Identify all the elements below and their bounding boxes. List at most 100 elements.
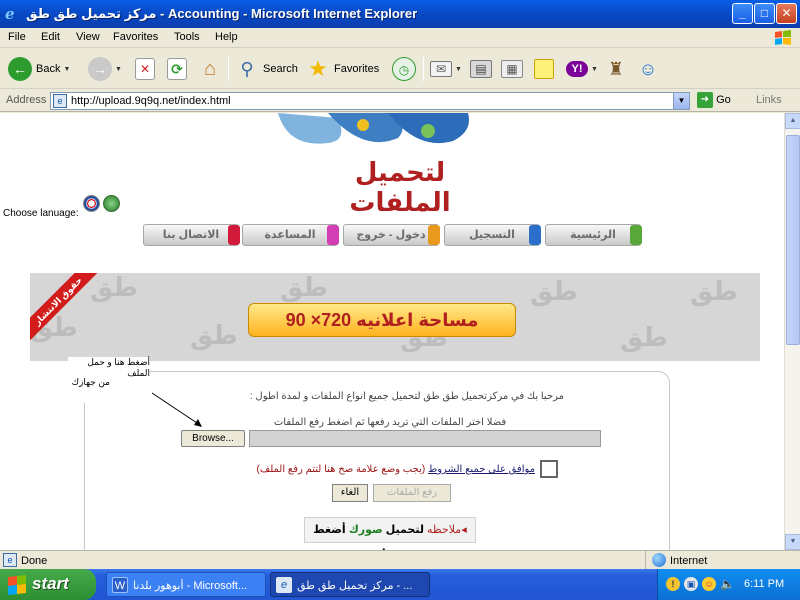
favorites-label: Favorites: [334, 63, 380, 75]
menu-file[interactable]: File: [8, 31, 26, 43]
forward-button[interactable]: → ▼: [88, 53, 122, 85]
taskbar-label: مركز تحميل طق طق - ...: [297, 580, 413, 592]
menu-favorites[interactable]: Favorites: [113, 31, 158, 43]
refresh-button[interactable]: ⟳: [167, 53, 187, 85]
note-box[interactable]: ◂ملاحظه لتحميل صورك أضغط هنا: [304, 517, 476, 550]
print-icon: ▤: [470, 60, 492, 78]
network-icon[interactable]: ▣: [684, 577, 698, 591]
messenger-button[interactable]: ☺: [636, 53, 660, 85]
mail-button[interactable]: ✉ ▼: [430, 53, 462, 85]
home-button[interactable]: ⌂: [198, 53, 222, 85]
address-dropdown-icon[interactable]: ▼: [673, 93, 689, 109]
favorites-button[interactable]: ★ Favorites: [306, 53, 379, 85]
address-url[interactable]: http://upload.9q9q.net/index.html: [71, 95, 231, 107]
back-arrow-icon: ←: [8, 57, 32, 81]
address-label: Address: [6, 94, 47, 106]
yahoo-dropdown-icon[interactable]: ▼: [591, 66, 598, 73]
zone-label: Internet: [670, 555, 708, 567]
windows-flag-icon: [8, 575, 26, 595]
back-button[interactable]: ← Back ▼: [8, 53, 70, 85]
browse-button[interactable]: Browse...: [181, 430, 245, 447]
notes-button[interactable]: [534, 53, 554, 85]
address-input[interactable]: e http://upload.9q9q.net/index.html ▼: [50, 92, 690, 110]
page-status-icon: e: [3, 553, 17, 567]
edit-button[interactable]: ▦: [501, 53, 523, 85]
nav-contact[interactable]: الاتصال بنا: [143, 224, 240, 246]
stop-icon: ✕: [135, 58, 155, 80]
upload-files-button[interactable]: رفع الملفات: [373, 484, 451, 502]
menu-tools[interactable]: Tools: [174, 31, 200, 43]
refresh-icon: ⟳: [167, 58, 187, 80]
taskbar-button-ie[interactable]: e مركز تحميل طق طق - ...: [270, 572, 430, 597]
nav-contact-color: [228, 225, 240, 245]
search-label: Search: [263, 63, 298, 75]
edit-icon: ▦: [501, 60, 523, 78]
address-bar: Address e http://upload.9q9q.net/index.h…: [0, 90, 800, 112]
forward-dropdown-icon[interactable]: ▼: [115, 66, 122, 73]
favorites-star-icon: ★: [308, 56, 328, 81]
nav-help-label: المساعدة: [264, 229, 316, 241]
nav-home[interactable]: الرئيسية: [545, 224, 642, 246]
nav-register[interactable]: التسجيل: [444, 224, 541, 246]
nav-help[interactable]: المساعدة: [242, 224, 339, 246]
close-button[interactable]: ✕: [776, 3, 797, 24]
windows-logo-icon: [775, 30, 791, 45]
tooltip-line-2: من جهازك: [71, 377, 110, 387]
taskbar-button-word[interactable]: W أبوهور بلدنا - Microsoft...: [106, 572, 266, 597]
vertical-scrollbar[interactable]: ▲ ▼: [784, 113, 800, 550]
menu-view[interactable]: View: [76, 31, 100, 43]
status-bar: e Done Internet: [0, 550, 800, 570]
ie-icon: e: [5, 5, 15, 23]
welcome-text: مرحبا بك في مركزتحميل طق طق لتحميل جميع …: [249, 391, 564, 402]
terms-agree-link[interactable]: موافق على جميع الشروط: [428, 464, 535, 475]
status-text: Done: [21, 555, 48, 567]
nav-register-color: [529, 225, 541, 245]
yahoo-button[interactable]: Y! ▼: [566, 53, 598, 85]
choose-files-hint: فضلا اختر الملفات التي تريد رفعها ثم اضغ…: [273, 417, 507, 428]
messenger-icon: ☺: [638, 59, 658, 79]
file-path-input[interactable]: [249, 430, 601, 447]
nav-login-logout[interactable]: دخول - خروج: [343, 224, 440, 246]
terms-text: موافق على جميع الشروط (يجب وضع علامة صح …: [210, 464, 535, 475]
nav-home-label: الرئيسية: [570, 229, 616, 241]
watermark: طق: [90, 273, 138, 303]
terms-checkbox[interactable]: [540, 460, 558, 478]
scroll-thumb[interactable]: [786, 135, 800, 345]
research-button[interactable]: ♜: [604, 53, 628, 85]
menu-edit[interactable]: Edit: [41, 31, 60, 43]
scroll-up-icon[interactable]: ▲: [785, 113, 800, 129]
watermark: طق: [280, 273, 328, 303]
internet-globe-icon: [652, 553, 666, 567]
watermark: طق: [530, 277, 578, 307]
search-button[interactable]: ⚲ Search: [235, 53, 298, 85]
arabic-flag-icon[interactable]: [103, 195, 120, 212]
scroll-down-icon[interactable]: ▼: [785, 534, 800, 550]
links-button[interactable]: Links: [756, 94, 782, 106]
stop-button[interactable]: ✕: [135, 53, 155, 85]
cancel-button[interactable]: الغاء: [332, 484, 368, 502]
nav-register-label: التسجيل: [469, 229, 515, 241]
menu-help[interactable]: Help: [215, 31, 238, 43]
messenger-emoticon-icon[interactable]: ☺: [702, 577, 716, 591]
mail-icon: ✉: [430, 61, 452, 77]
forward-arrow-icon: →: [88, 57, 112, 81]
print-button[interactable]: ▤: [470, 53, 492, 85]
back-dropdown-icon[interactable]: ▼: [63, 66, 70, 73]
security-zone[interactable]: Internet: [645, 551, 800, 570]
shield-icon[interactable]: !: [666, 577, 680, 591]
page-content: لتحميل الملفات Choose lanuage: الرئيسية …: [0, 113, 784, 550]
volume-icon[interactable]: 🔈: [720, 577, 735, 591]
maximize-button[interactable]: □: [754, 3, 775, 24]
mail-dropdown-icon[interactable]: ▼: [455, 66, 462, 73]
word-doc-icon: W: [112, 577, 128, 593]
go-button[interactable]: ➜ Go: [697, 92, 731, 108]
ad-banner[interactable]: طق طق طق طق طق طق طق طق حقوق الانتشار مس…: [30, 273, 760, 361]
english-flag-icon[interactable]: [83, 195, 100, 212]
instruction-tooltip: أضغط هنا و حمل الملف من جهازك: [68, 357, 150, 403]
yahoo-icon: Y!: [566, 61, 588, 77]
note-marker: ◂ملاحظه: [427, 524, 467, 536]
watermark: طق: [190, 321, 238, 351]
start-button[interactable]: start: [0, 569, 96, 600]
history-button[interactable]: ◷: [392, 53, 416, 85]
minimize-button[interactable]: _: [732, 3, 753, 24]
